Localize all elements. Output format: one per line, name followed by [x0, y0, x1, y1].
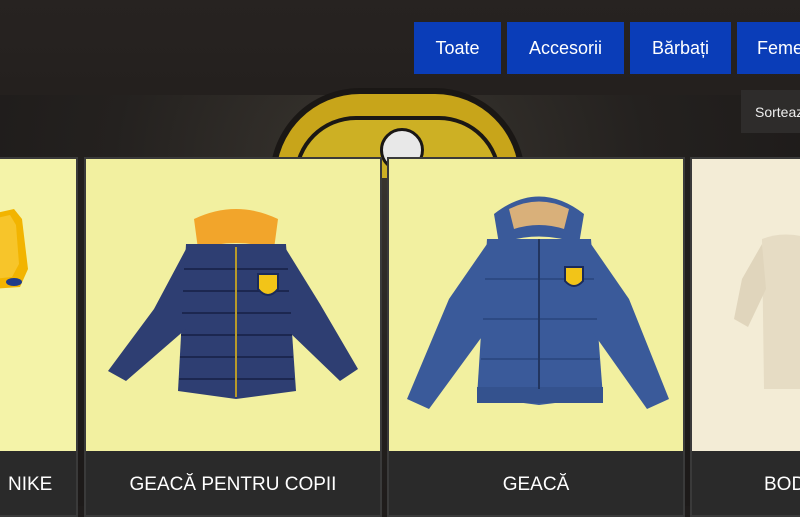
product-card-body[interactable]: BODY — [690, 157, 800, 517]
product-title: GEACĂ — [502, 474, 570, 495]
filter-accessories-button[interactable]: Accesorii — [507, 22, 624, 74]
filter-all-button[interactable]: Toate — [414, 22, 501, 74]
product-image — [0, 159, 76, 451]
product-image — [86, 159, 380, 451]
product-card-jacket[interactable]: GEACĂ — [387, 157, 685, 517]
kids-jacket-image — [86, 159, 380, 451]
sort-dropdown[interactable]: Sorteaza — [741, 90, 800, 133]
product-title: GEACĂ PENTRU COPII — [129, 474, 337, 495]
product-card-kids-jacket[interactable]: GEACĂ PENTRU COPII — [84, 157, 382, 517]
product-title: NIKE — [8, 474, 53, 495]
body-garment-image — [692, 159, 800, 451]
filter-women-button[interactable]: Femei — [737, 22, 800, 74]
category-filters: Toate Accesorii Bărbați Femei — [414, 22, 800, 74]
filter-men-button[interactable]: Bărbați — [630, 22, 731, 74]
product-image — [692, 159, 800, 451]
yellow-shirt-image — [0, 209, 28, 289]
jacket-image — [389, 159, 683, 451]
product-title: BODY — [764, 474, 800, 495]
product-image — [389, 159, 683, 451]
product-card-nike[interactable]: NIKE — [0, 157, 78, 517]
